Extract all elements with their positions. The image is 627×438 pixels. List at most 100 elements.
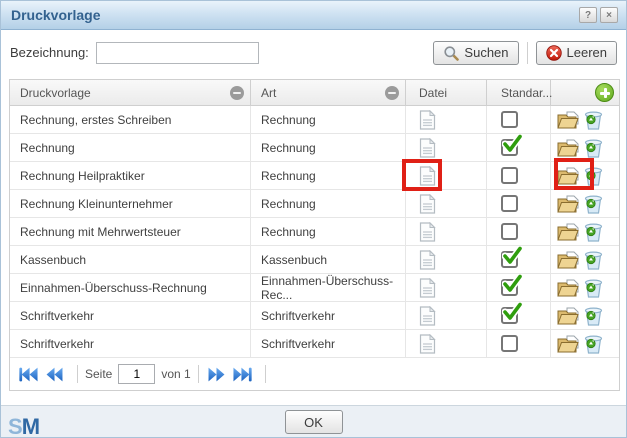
leeren-button[interactable]: Leeren [536, 41, 617, 65]
column-label: Druckvorlage [20, 86, 91, 100]
pager-divider [198, 365, 199, 383]
druckvorlage-dialog: Druckvorlage ? × Bezeichnung: Suchen Lee… [0, 0, 627, 438]
cell-druckvorlage: Rechnung Heilpraktiker [10, 162, 251, 189]
table-row[interactable]: Rechnung Kleinunternehmer Rechnung [10, 190, 619, 218]
column-header-datei[interactable]: Datei [406, 80, 487, 105]
document-icon[interactable] [419, 250, 436, 270]
sort-icon[interactable] [230, 86, 244, 100]
column-header-art[interactable]: Art [251, 80, 406, 105]
red-x-circle-icon [546, 45, 562, 61]
standard-checkbox[interactable] [501, 111, 518, 128]
cell-datei [406, 246, 487, 273]
trash-icon[interactable] [583, 306, 604, 326]
document-icon[interactable] [419, 110, 436, 130]
trash-icon[interactable] [583, 250, 604, 270]
cell-druckvorlage: Einnahmen-Überschuss-Rechnung [10, 274, 251, 301]
suchen-button-label: Suchen [464, 45, 508, 60]
table-row[interactable]: Schriftverkehr Schriftverkehr [10, 330, 619, 358]
cell-actions [551, 134, 619, 161]
table-row[interactable]: Rechnung Heilpraktiker Rechnung [10, 162, 619, 190]
cell-art: Rechnung [251, 106, 406, 133]
cell-actions [551, 246, 619, 273]
table-row[interactable]: Rechnung Rechnung [10, 134, 619, 162]
trash-icon[interactable] [583, 138, 604, 158]
ok-button[interactable]: OK [285, 410, 343, 434]
last-page-button[interactable] [232, 366, 253, 383]
standard-checkbox[interactable] [501, 251, 518, 268]
add-template-button[interactable] [595, 83, 614, 102]
column-header-druckvorlage[interactable]: Druckvorlage [10, 80, 251, 105]
cell-actions [551, 302, 619, 329]
search-toolbar: Bezeichnung: Suchen Leeren [1, 31, 626, 74]
cell-actions [551, 162, 619, 189]
folder-icon[interactable] [556, 222, 580, 242]
cell-art: Rechnung [251, 190, 406, 217]
folder-icon[interactable] [556, 194, 580, 214]
standard-checkbox[interactable] [501, 279, 518, 296]
table-row[interactable]: Einnahmen-Überschuss-Rechnung Einnahmen-… [10, 274, 619, 302]
standard-checkbox[interactable] [501, 335, 518, 352]
standard-checkbox[interactable] [501, 167, 518, 184]
standard-checkbox[interactable] [501, 139, 518, 156]
first-page-button[interactable] [18, 366, 39, 383]
checkmark-icon [502, 302, 523, 321]
trash-icon[interactable] [583, 334, 604, 354]
cell-druckvorlage: Rechnung mit Mehrwertsteuer [10, 218, 251, 245]
cell-datei [406, 106, 487, 133]
cell-druckvorlage: Schriftverkehr [10, 330, 251, 357]
title-bar: Druckvorlage ? × [1, 1, 626, 30]
folder-icon[interactable] [556, 306, 580, 326]
prev-page-button[interactable] [44, 366, 65, 383]
folder-icon[interactable] [556, 334, 580, 354]
cell-standard [487, 246, 551, 273]
document-icon[interactable] [419, 194, 436, 214]
close-button[interactable]: × [600, 7, 618, 23]
pagination-bar: Seite von 1 [10, 358, 619, 390]
help-button[interactable]: ? [579, 7, 597, 23]
document-icon[interactable] [419, 222, 436, 242]
trash-icon[interactable] [583, 110, 604, 130]
document-icon[interactable] [419, 306, 436, 326]
template-table: Druckvorlage Art Datei Standar... Rechnu… [9, 79, 620, 391]
leeren-button-label: Leeren [567, 45, 607, 60]
checkmark-icon [502, 274, 523, 293]
cell-standard [487, 162, 551, 189]
trash-icon[interactable] [583, 166, 604, 186]
table-row[interactable]: Schriftverkehr Schriftverkehr [10, 302, 619, 330]
checkmark-icon [502, 246, 523, 265]
trash-icon[interactable] [583, 194, 604, 214]
table-row[interactable]: Rechnung, erstes Schreiben Rechnung [10, 106, 619, 134]
folder-icon[interactable] [556, 138, 580, 158]
logo-letter-s: S [8, 414, 22, 438]
standard-checkbox[interactable] [501, 195, 518, 212]
cell-actions [551, 190, 619, 217]
cell-standard [487, 106, 551, 133]
trash-icon[interactable] [583, 278, 604, 298]
table-header: Druckvorlage Art Datei Standar... [10, 80, 619, 106]
column-label: Art [261, 86, 276, 100]
folder-icon[interactable] [556, 250, 580, 270]
document-icon[interactable] [419, 278, 436, 298]
document-icon[interactable] [419, 334, 436, 354]
cell-druckvorlage: Rechnung [10, 134, 251, 161]
table-row[interactable]: Kassenbuch Kassenbuch [10, 246, 619, 274]
cell-art: Einnahmen-Überschuss-Rec... [251, 274, 406, 301]
standard-checkbox[interactable] [501, 307, 518, 324]
folder-icon[interactable] [556, 110, 580, 130]
pager-divider [77, 365, 78, 383]
bezeichnung-input[interactable] [96, 42, 259, 64]
next-page-button[interactable] [206, 366, 227, 383]
cell-druckvorlage: Schriftverkehr [10, 302, 251, 329]
bezeichnung-label: Bezeichnung: [10, 45, 89, 60]
trash-icon[interactable] [583, 222, 604, 242]
page-number-input[interactable] [118, 364, 155, 384]
sort-icon[interactable] [385, 86, 399, 100]
document-icon[interactable] [419, 138, 436, 158]
folder-icon[interactable] [556, 166, 580, 186]
document-icon[interactable] [419, 166, 436, 186]
suchen-button[interactable]: Suchen [433, 41, 518, 65]
standard-checkbox[interactable] [501, 223, 518, 240]
column-header-standard[interactable]: Standar... [487, 80, 551, 105]
table-row[interactable]: Rechnung mit Mehrwertsteuer Rechnung [10, 218, 619, 246]
folder-icon[interactable] [556, 278, 580, 298]
